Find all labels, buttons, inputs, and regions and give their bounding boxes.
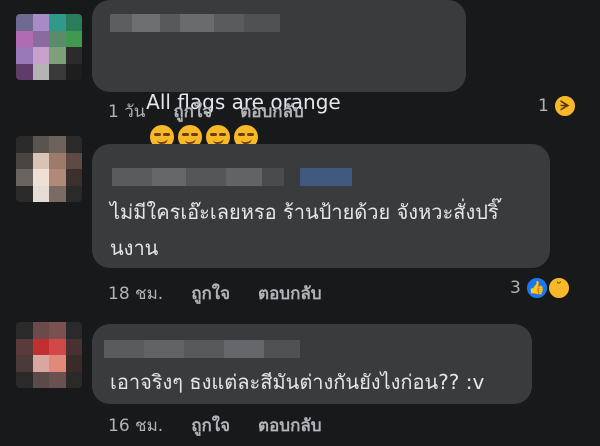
comment-text: ไม่มีใครเอ๊ะเลยหรอ ร้านป้ายด้วย จังหวะสั…	[110, 200, 499, 260]
comment-bubble: เอาจริงๆ ธงแต่ละสีมันต่างกันยังไงก่อน?? …	[92, 324, 532, 404]
timestamp[interactable]: 16 ชม.	[108, 412, 163, 439]
author-name-blurred[interactable]	[112, 168, 352, 186]
avatar[interactable]	[16, 322, 82, 388]
like-icon: 👍	[524, 276, 549, 300]
reply-button[interactable]: ตอบกลับ	[258, 412, 322, 439]
reaction-summary[interactable]: 3 👍 ˘	[510, 276, 571, 300]
avatar[interactable]	[16, 14, 82, 80]
comment-actions: 18 ชม. ถูกใจ ตอบกลับ	[108, 280, 322, 307]
reply-button[interactable]: ตอบกลับ	[258, 280, 322, 307]
sad-icon: ˘	[546, 276, 571, 300]
haha-icon: ᗒ	[552, 94, 577, 118]
comment-actions: 16 ชม. ถูกใจ ตอบกลับ	[108, 412, 322, 439]
author-name-blurred[interactable]	[104, 340, 300, 358]
reaction-count: 1	[538, 96, 549, 116]
like-button[interactable]: ถูกใจ	[191, 280, 230, 307]
reaction-count: 3	[510, 278, 521, 298]
timestamp[interactable]: 1 วัน	[108, 98, 145, 125]
reply-button[interactable]: ตอบกลับ	[240, 98, 304, 125]
author-name-blurred[interactable]	[110, 14, 280, 32]
avatar[interactable]	[16, 136, 82, 202]
timestamp[interactable]: 18 ชม.	[108, 280, 163, 307]
comment-bubble: ไม่มีใครเอ๊ะเลยหรอ ร้านป้ายด้วย จังหวะสั…	[92, 144, 550, 268]
comment-actions: 1 วัน ถูกใจ ตอบกลับ	[108, 98, 304, 125]
like-button[interactable]: ถูกใจ	[173, 98, 212, 125]
comment-bubble: All flags are orange	[92, 0, 466, 149]
comment-text: เอาจริงๆ ธงแต่ละสีมันต่างกันยังไงก่อน?? …	[110, 370, 485, 394]
like-button[interactable]: ถูกใจ	[191, 412, 230, 439]
reaction-summary[interactable]: 1 ᗒ	[538, 94, 577, 118]
